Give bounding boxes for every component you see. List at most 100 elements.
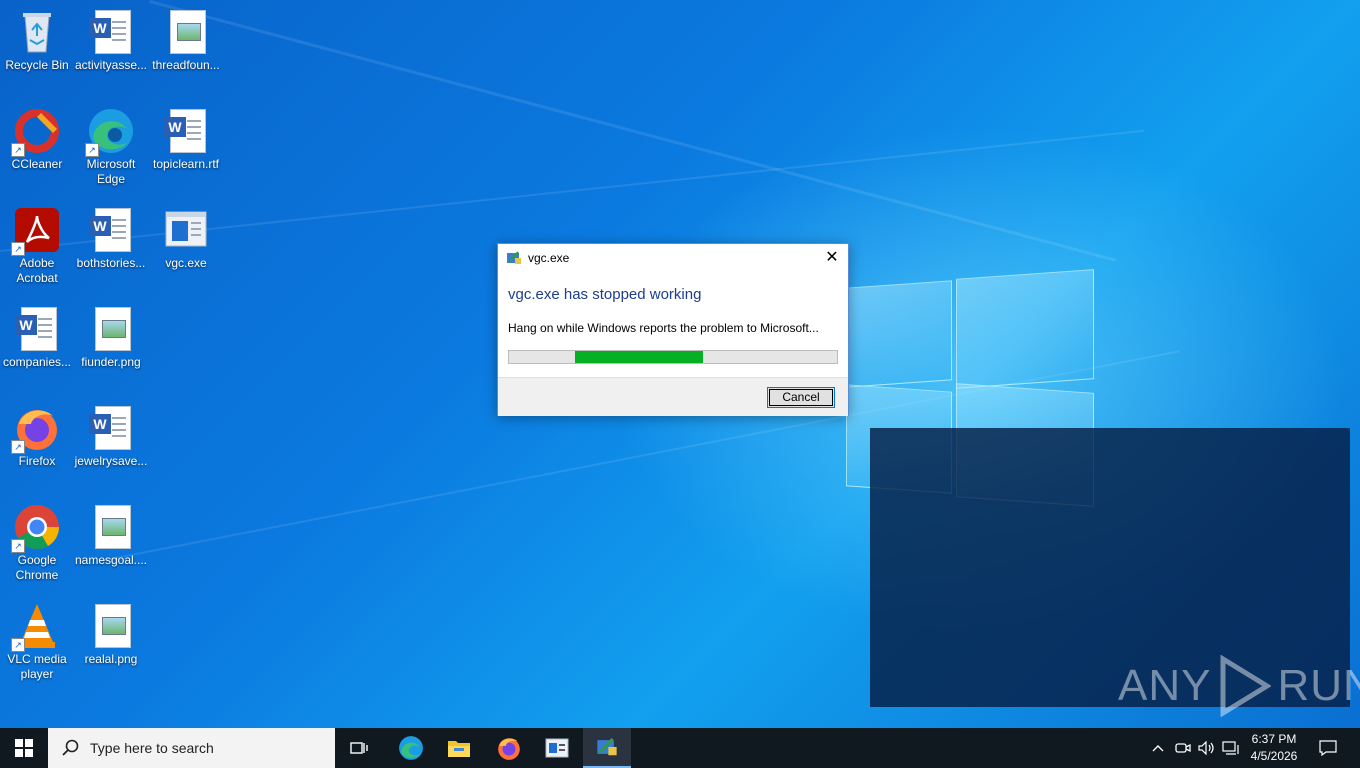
clock-date: 4/5/2026 <box>1250 749 1298 763</box>
shortcut-arrow-icon: ↗ <box>11 143 25 157</box>
taskbar-clock[interactable]: 6:37 PM 4/5/2026 <box>1244 731 1304 765</box>
taskbar-firefox[interactable] <box>485 728 533 768</box>
edge-icon: ↗ <box>85 107 135 157</box>
windows-start-icon <box>15 739 33 757</box>
icon-label: activityasse... <box>74 58 148 72</box>
icon-label: Google Chrome <box>15 553 59 582</box>
dialog-heading: vgc.exe has stopped working <box>508 286 702 303</box>
task-view-button[interactable] <box>336 728 384 768</box>
icon-label: namesgoal.... <box>74 553 148 567</box>
close-icon[interactable]: ✕ <box>816 244 848 272</box>
network-button[interactable] <box>1220 728 1242 768</box>
dialog-title: vgc.exe <box>528 251 570 265</box>
cancel-button[interactable]: Cancel <box>767 387 835 408</box>
icon-label: jewelrysave... <box>74 454 148 468</box>
icon-label: realal.png <box>84 652 138 666</box>
desktop-icon-companies-doc[interactable]: W companies... <box>0 305 74 370</box>
desktop-icon-vlc[interactable]: ↗ VLC media player <box>0 602 74 682</box>
desktop-icon-fiunder-png[interactable]: fiunder.png <box>74 305 148 370</box>
desktop: Recycle Bin ↗ CCleaner ↗ Adobe Acrobat W… <box>0 0 1360 728</box>
dialog-titlebar[interactable]: vgc.exe <box>498 244 848 272</box>
desktop-icon-jewelrysave-doc[interactable]: W jewelrysave... <box>74 404 148 469</box>
icon-label: Firefox <box>18 454 56 468</box>
recycle-bin-icon <box>13 8 61 56</box>
desktop-icon-microsoft-edge[interactable]: ↗ Microsoft Edge <box>74 107 148 187</box>
icon-label: companies... <box>2 355 72 369</box>
ccleaner-icon: ↗ <box>11 107 61 157</box>
desktop-icon-realal-png[interactable]: realal.png <box>74 602 148 667</box>
firefox-icon <box>498 738 520 760</box>
meet-now-button[interactable] <box>1172 728 1194 768</box>
error-dialog: vgc.exe ✕ vgc.exe has stopped working Ha… <box>497 243 849 416</box>
icon-label: Recycle Bin <box>5 58 69 72</box>
shortcut-arrow-icon: ↗ <box>85 143 99 157</box>
app-window-icon <box>545 738 569 758</box>
taskbar-error-reporting[interactable] <box>583 728 631 768</box>
word-document-icon: W <box>87 404 135 452</box>
taskbar-file-explorer[interactable] <box>435 728 483 768</box>
chevron-up-icon <box>1152 745 1164 752</box>
progress-bar <box>508 350 838 364</box>
desktop-icon-bothstories-doc[interactable]: W bothstories... <box>74 206 148 271</box>
speaker-icon <box>1198 741 1214 755</box>
word-document-icon: W <box>87 206 135 254</box>
desktop-icon-firefox[interactable]: ↗ Firefox <box>0 404 74 469</box>
taskbar-edge[interactable] <box>387 728 435 768</box>
volume-button[interactable] <box>1196 728 1218 768</box>
search-placeholder: Type here to search <box>90 740 214 756</box>
desktop-icon-ccleaner[interactable]: ↗ CCleaner <box>0 107 74 172</box>
light-beam <box>149 0 1116 262</box>
app-icon <box>507 251 521 264</box>
desktop-icon-threadfoun[interactable]: threadfoun... <box>149 8 223 73</box>
error-reporting-icon <box>597 737 617 756</box>
desktop-icon-namesgoal[interactable]: namesgoal.... <box>74 503 148 568</box>
task-view-icon <box>350 742 368 754</box>
icon-label: vgc.exe <box>165 256 207 270</box>
progress-bar-fill <box>574 351 703 363</box>
taskbar-app-window[interactable] <box>533 728 581 768</box>
image-file-icon <box>162 8 210 56</box>
shortcut-arrow-icon: ↗ <box>11 242 25 256</box>
icon-label: Microsoft Edge <box>86 157 136 186</box>
icon-label: threadfoun... <box>152 58 220 72</box>
search-icon <box>62 739 79 756</box>
desktop-icon-google-chrome[interactable]: ↗ Google Chrome <box>0 503 74 583</box>
shortcut-arrow-icon: ↗ <box>11 440 25 454</box>
play-triangle-icon <box>1220 655 1272 717</box>
anyrun-watermark: ANY RUN <box>1118 655 1360 717</box>
desktop-icon-recycle-bin[interactable]: Recycle Bin <box>0 8 74 73</box>
image-file-icon <box>87 503 135 551</box>
folder-icon <box>448 741 470 757</box>
notification-icon <box>1319 740 1337 756</box>
icon-label: CCleaner <box>11 157 63 171</box>
desktop-icon-vgc-exe[interactable]: vgc.exe <box>149 206 223 271</box>
watermark-text-right: RUN <box>1277 661 1360 710</box>
network-icon <box>1222 741 1239 755</box>
taskbar-search-box[interactable]: Type here to search <box>48 728 335 768</box>
show-hidden-icons-button[interactable] <box>1148 728 1168 768</box>
icon-label: bothstories... <box>76 256 146 270</box>
icon-label: Adobe Acrobat <box>16 256 58 285</box>
icon-label: VLC media player <box>7 652 67 681</box>
firefox-icon: ↗ <box>11 404 61 454</box>
word-document-icon: W <box>162 107 210 155</box>
image-file-icon <box>87 305 135 353</box>
shortcut-arrow-icon: ↗ <box>11 539 25 553</box>
clock-time: 6:37 PM <box>1251 732 1297 746</box>
word-document-icon: W <box>13 305 61 353</box>
vlc-icon: ↗ <box>11 602 61 652</box>
action-center-button[interactable] <box>1316 728 1340 768</box>
watermark-text-left: ANY <box>1118 661 1212 710</box>
edge-icon <box>399 736 423 760</box>
shortcut-arrow-icon: ↗ <box>11 638 25 652</box>
start-button[interactable] <box>0 728 48 768</box>
chrome-icon: ↗ <box>11 503 61 553</box>
icon-label: topiclearn.rtf <box>152 157 220 171</box>
desktop-icon-adobe-acrobat[interactable]: ↗ Adobe Acrobat <box>0 206 74 286</box>
icon-label: fiunder.png <box>81 355 141 369</box>
desktop-icon-activity-doc[interactable]: W activityasse... <box>74 8 148 73</box>
camera-icon <box>1175 743 1191 753</box>
desktop-icon-topiclearn-rtf[interactable]: W topiclearn.rtf <box>149 107 223 172</box>
image-file-icon <box>87 602 135 650</box>
word-document-icon: W <box>87 8 135 56</box>
